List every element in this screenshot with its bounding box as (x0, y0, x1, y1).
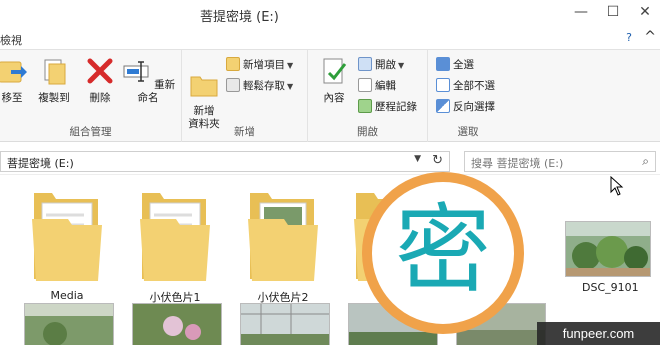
folder-icon (140, 193, 210, 281)
folder-icon (248, 193, 318, 281)
search-placeholder: 搜尋 菩提密境 (E:) (471, 157, 564, 170)
photo-thumbnail[interactable] (240, 303, 330, 345)
invert-selection-label: 反向選擇 (453, 101, 495, 113)
easy-access-label: 輕鬆存取 (243, 80, 285, 92)
group-open-label: 開啟 (357, 126, 378, 138)
select-all-label: 全選 (453, 59, 474, 71)
group-new: 新增 資料夾 新增項目 ▼ 輕鬆存取 ▼ 新增 (182, 50, 308, 142)
invert-selection-button[interactable]: 反向選擇 (436, 98, 495, 116)
refresh-icon[interactable]: ↻ (432, 153, 443, 168)
copy-to-icon (44, 59, 66, 85)
move-to-label: 移至 (1, 92, 23, 104)
watermark: funpeer.com (537, 322, 660, 345)
new-folder-icon (190, 76, 218, 97)
search-input[interactable]: 搜尋 菩提密境 (E:) ⌕ (464, 151, 656, 172)
brand-logo: 密 (362, 172, 524, 334)
delete-button[interactable]: 刪除 (84, 56, 116, 105)
title-bar: 菩提密境 (E:) — ☐ ✕ (0, 0, 660, 28)
chevron-down-icon: ▼ (287, 61, 294, 70)
garden-photo-image (25, 304, 113, 345)
history-icon (358, 99, 372, 113)
properties-icon (323, 58, 347, 84)
new-item-button[interactable]: 新增項目 ▼ (226, 56, 293, 74)
address-bar[interactable]: 菩提密境 (E:) ▼ ↻ (0, 151, 450, 172)
item-name: DSC_9101 (582, 281, 639, 294)
properties-button[interactable]: 內容 (316, 56, 352, 105)
ribbon-tab-row: 檢視 ? ^ (0, 28, 660, 50)
chevron-down-icon: ▼ (287, 82, 294, 91)
copy-to-button[interactable]: 複製到 (34, 56, 74, 105)
open-label: 開啟 (375, 59, 396, 71)
easy-access-button[interactable]: 輕鬆存取 ▼ (226, 77, 293, 95)
address-path: 菩提密境 (E:) (7, 157, 74, 170)
window-title: 菩提密境 (E:) (200, 10, 279, 25)
group-open: 內容 開啟 ▼ 編輯 歷程記錄 開啟 (308, 50, 428, 142)
chevron-down-icon: ▼ (398, 61, 405, 70)
search-icon[interactable]: ⌕ (642, 154, 649, 169)
new-item-icon (226, 57, 240, 71)
item-name: Media (50, 289, 84, 302)
photo-thumbnail[interactable] (132, 303, 222, 345)
select-none-label: 全部不選 (453, 80, 495, 92)
chevron-down-icon[interactable]: ▼ (414, 154, 421, 164)
plant-photo-image (566, 222, 650, 276)
list-item[interactable]: Media (32, 185, 102, 302)
new-folder-button[interactable]: 新增 資料夾 (186, 56, 222, 131)
group-select-label: 選取 (457, 126, 479, 138)
list-item[interactable]: 小伏色片1 (140, 185, 210, 304)
close-button[interactable]: ✕ (630, 4, 660, 20)
history-button[interactable]: 歷程記錄 (358, 98, 417, 116)
move-to-icon (0, 61, 27, 83)
greenhouse-photo-image (241, 304, 329, 345)
photo-thumbnail[interactable] (565, 221, 651, 277)
group-organize-label: 組合管理 (69, 126, 112, 138)
minimize-button[interactable]: — (566, 4, 596, 20)
select-all-button[interactable]: 全選 (436, 56, 474, 74)
file-list: Media 小伏色片1 小伏色片2 DSC_9101 (0, 177, 660, 345)
history-label: 歷程記錄 (375, 101, 417, 113)
rename-button[interactable]: 重新命名 (120, 56, 176, 105)
address-row: 菩提密境 (E:) ▼ ↻ 搜尋 菩提密境 (E:) ⌕ (0, 147, 660, 175)
edit-label: 編輯 (375, 80, 396, 92)
select-none-button[interactable]: 全部不選 (436, 77, 495, 95)
group-select: 全選 全部不選 反向選擇 選取 (428, 50, 508, 142)
maximize-button[interactable]: ☐ (598, 4, 628, 20)
edit-icon (358, 78, 372, 92)
collapse-ribbon-icon[interactable]: ^ (644, 29, 656, 45)
ribbon: 移至 複製到 刪除 重新命名 組合管理 新增 資料夾 新增項目 ▼ 輕鬆存取 ▼… (0, 50, 660, 142)
tab-view[interactable]: 檢視 (0, 32, 22, 48)
invert-selection-icon (436, 99, 450, 113)
photo-thumbnail[interactable] (24, 303, 114, 345)
new-item-label: 新增項目 (243, 59, 285, 71)
list-item[interactable]: 小伏色片2 (248, 185, 318, 304)
group-organize: 移至 複製到 刪除 重新命名 組合管理 (0, 50, 182, 142)
open-button[interactable]: 開啟 ▼ (358, 56, 404, 74)
easy-access-icon (226, 78, 240, 92)
flower-photo-image (133, 304, 221, 345)
delete-icon (87, 58, 113, 84)
copy-to-label: 複製到 (38, 92, 70, 104)
group-new-label: 新增 (234, 126, 255, 138)
edit-button[interactable]: 編輯 (358, 77, 396, 95)
move-to-button[interactable]: 移至 (0, 56, 28, 105)
select-all-icon (436, 57, 450, 71)
rename-icon (123, 61, 149, 82)
properties-label: 內容 (323, 92, 345, 104)
help-icon[interactable]: ? (626, 31, 632, 44)
mouse-cursor-icon (610, 176, 624, 196)
delete-label: 刪除 (89, 92, 111, 104)
open-icon (358, 57, 372, 71)
logo-character: 密 (395, 194, 491, 306)
select-none-icon (436, 78, 450, 92)
folder-icon (32, 193, 102, 281)
